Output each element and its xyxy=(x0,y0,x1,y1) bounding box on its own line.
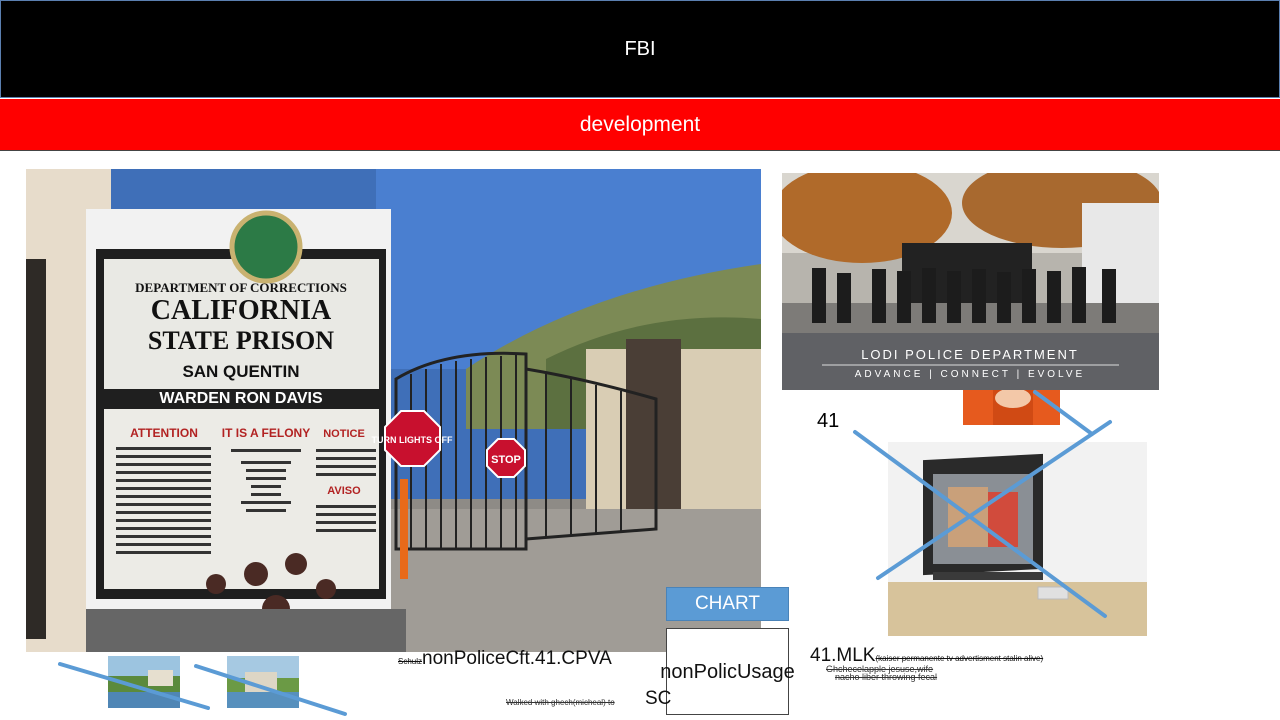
sc-label: SC xyxy=(645,688,672,709)
resort-thumbnail-2 xyxy=(227,656,299,708)
subtitle-text: development xyxy=(579,112,701,136)
number-41-label: 41 xyxy=(817,410,840,432)
resort-thumbnail-1 xyxy=(108,656,180,708)
bottom-caption-main: nonPoliceCft.41.CPVA xyxy=(422,648,612,669)
sign-notice: NOTICE xyxy=(323,428,365,440)
mlk-note-2: nacho liber throwing fecal xyxy=(835,672,938,682)
sign-name: SAN QUENTIN xyxy=(182,362,299,381)
bottom-note: Walked with ghech(micheal) to xyxy=(506,698,615,707)
police-tagline: ADVANCE | CONNECT | EVOLVE xyxy=(855,369,1085,380)
slide-title: FBI xyxy=(0,0,1280,98)
sign-warden: WARDEN RON DAVIS xyxy=(159,390,323,407)
chart-button-label: CHART xyxy=(694,593,761,614)
bottom-caption-prefix: Schulz xyxy=(398,657,423,666)
police-department-photo: LODI POLICE DEPARTMENT ADVANCE | CONNECT… xyxy=(782,173,1159,390)
sign-attention: ATTENTION xyxy=(130,426,198,440)
mlk-caption-small: (kaiser permanente tv advertisment stali… xyxy=(875,654,1044,663)
chart-box-text: nonPolicUsage xyxy=(660,660,795,683)
sign-felony: IT IS A FELONY xyxy=(222,426,310,440)
bottom-caption: SchulznonPoliceCft.41.CPVA xyxy=(398,648,612,670)
sign-department: DEPARTMENT OF CORRECTIONS xyxy=(135,280,347,295)
sign-line1: CALIFORNIA xyxy=(151,295,332,326)
police-title: LODI POLICE DEPARTMENT xyxy=(861,347,1079,362)
mlk-caption-main: 41.MLK xyxy=(810,645,876,666)
subtitle-banner: development xyxy=(0,99,1280,151)
prison-gate-photo: DEPARTMENT OF CORRECTIONS CALIFORNIA STA… xyxy=(26,169,761,652)
chart-textbox: nonPolicUsage xyxy=(660,628,795,715)
turn-lights-sign: TURN LIGHTS OFF xyxy=(372,435,453,445)
stop-sign: STOP xyxy=(491,454,521,466)
title-text: FBI xyxy=(624,37,656,60)
sign-line2: STATE PRISON xyxy=(148,326,334,355)
sign-aviso: AVISO xyxy=(327,485,361,497)
orange-thumbnail xyxy=(963,390,1060,425)
chart-button[interactable]: CHART xyxy=(666,587,789,621)
tv-advertisement-photo xyxy=(888,442,1147,636)
